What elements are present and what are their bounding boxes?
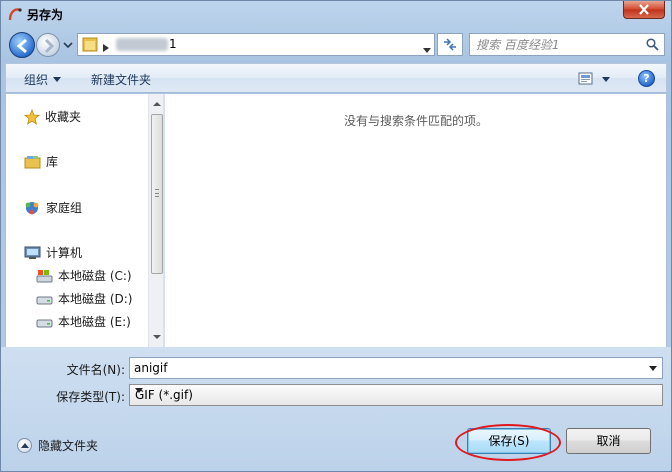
filename-input[interactable] — [130, 358, 630, 378]
hide-folders-toggle[interactable]: 隐藏文件夹 — [17, 437, 98, 454]
caret-down-icon — [53, 77, 62, 82]
close-button[interactable] — [623, 1, 665, 19]
empty-results-message: 没有与搜索条件匹配的项。 — [343, 114, 488, 128]
filename-label: 文件名(N): — [66, 363, 125, 377]
redacted-path — [116, 38, 168, 51]
save-options-panel: 文件名(N): 保存类型(T): GIF (*.gif) 隐藏文件夹 保存(S)… — [1, 347, 671, 471]
annotation-highlight-ring — [455, 424, 561, 461]
drive-icon — [36, 319, 53, 327]
breadcrumb-separator-icon[interactable] — [103, 41, 109, 52]
nav-item-label: 本地磁盘 (E:) — [58, 315, 131, 329]
drive-icon — [36, 296, 53, 304]
chevron-down-icon[interactable] — [423, 42, 431, 56]
filetype-value: GIF (*.gif) — [135, 388, 193, 402]
refresh-icon — [444, 38, 456, 51]
nav-item-drive-d[interactable]: 本地磁盘 (D:) — [36, 290, 132, 307]
hide-folders-label: 隐藏文件夹 — [38, 439, 99, 453]
file-list-area[interactable]: 没有与搜索条件匹配的项。 — [165, 94, 667, 347]
address-bar[interactable]: 1 — [77, 33, 435, 56]
title-bar: 另存为 — [1, 1, 671, 27]
organize-menu-button[interactable]: 组织 — [24, 71, 62, 88]
back-button[interactable] — [9, 32, 35, 58]
filetype-select[interactable]: GIF (*.gif) — [129, 384, 663, 406]
command-toolbar: 组织 新建文件夹 ? — [5, 63, 667, 93]
search-icon[interactable] — [646, 38, 659, 54]
navigation-bar: 1 — [1, 29, 671, 61]
search-box[interactable] — [469, 33, 665, 56]
search-input[interactable] — [470, 34, 640, 55]
grip-icon — [155, 189, 159, 197]
save-as-dialog: 另存为 1 搜索 百度经验1 组织 新建文件夹 ? 收藏夹 库 家庭组 计算机 … — [0, 0, 672, 472]
refresh-button[interactable] — [437, 33, 463, 56]
forward-button[interactable] — [36, 33, 60, 57]
scroll-thumb[interactable] — [151, 114, 163, 274]
nav-item-label: 收藏夹 — [45, 110, 82, 124]
view-options-icon — [578, 72, 610, 85]
chevron-down-icon — [63, 42, 73, 49]
nav-item-label: 本地磁盘 (D:) — [58, 292, 133, 306]
filename-combobox[interactable] — [129, 357, 663, 379]
nav-item-label: 家庭组 — [46, 201, 83, 215]
system-drive-icon — [36, 269, 53, 282]
new-folder-button[interactable]: 新建文件夹 — [91, 71, 151, 88]
computer-icon — [24, 246, 41, 259]
nav-item-label: 库 — [46, 155, 59, 169]
library-icon — [24, 155, 41, 168]
chevron-down-icon — [135, 388, 143, 393]
navigation-pane: 收藏夹 库 家庭组 计算机 本地磁盘 (C:) 本地磁盘 (D:) 本地磁盘 (… — [5, 94, 164, 347]
recent-locations-button[interactable] — [62, 38, 74, 52]
nav-pane-scrollbar[interactable] — [148, 94, 164, 347]
help-button[interactable]: ? — [638, 70, 655, 87]
window-title: 另存为 — [27, 8, 64, 22]
collapse-icon — [17, 438, 32, 453]
arrow-left-icon — [16, 38, 27, 54]
nav-item-homegroup[interactable]: 家庭组 — [24, 199, 82, 216]
chevron-down-icon[interactable] — [649, 366, 657, 371]
close-icon — [639, 4, 649, 15]
app-logo-icon — [7, 6, 23, 22]
nav-item-drive-e[interactable]: 本地磁盘 (E:) — [36, 313, 131, 330]
organize-label: 组织 — [24, 73, 49, 87]
scroll-up-icon[interactable] — [153, 102, 161, 106]
homegroup-icon — [25, 201, 39, 214]
star-icon — [24, 108, 40, 125]
nav-item-computer[interactable]: 计算机 — [24, 244, 82, 261]
nav-item-favorites[interactable]: 收藏夹 — [24, 108, 81, 125]
change-view-button[interactable] — [578, 70, 612, 88]
scroll-down-icon[interactable] — [153, 335, 161, 339]
nav-item-label: 计算机 — [46, 246, 83, 260]
cancel-button[interactable]: 取消 — [566, 428, 651, 454]
nav-item-drive-c[interactable]: 本地磁盘 (C:) — [36, 267, 132, 284]
nav-item-libraries[interactable]: 库 — [24, 153, 58, 170]
nav-item-label: 本地磁盘 (C:) — [58, 269, 132, 283]
filetype-label: 保存类型(T): — [56, 390, 125, 404]
arrow-right-icon — [44, 38, 55, 54]
address-text: 1 — [169, 37, 177, 51]
folder-icon — [82, 37, 98, 52]
